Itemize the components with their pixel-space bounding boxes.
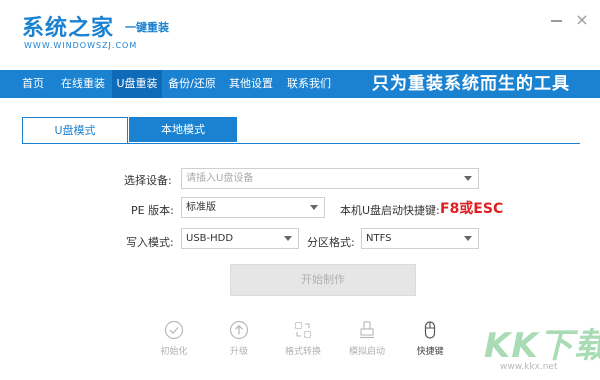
device-select[interactable]: 请插入U盘设备 xyxy=(181,168,479,189)
step-label: 升级 xyxy=(229,347,248,357)
write-mode-select[interactable]: USB-HDD xyxy=(181,228,299,249)
partition-format-select[interactable]: NTFS xyxy=(361,228,479,249)
partition-format-value: NTFS xyxy=(366,233,392,244)
pe-version-value: 标准版 xyxy=(186,202,216,213)
write-mode-label: 写入模式: xyxy=(126,236,174,249)
app-header: 系统之家 一键重装 WWW.WINDOWSZJ.COM × xyxy=(0,0,600,70)
chevron-down-icon xyxy=(464,176,472,181)
device-select-value: 请插入U盘设备 xyxy=(186,173,254,184)
chevron-down-icon xyxy=(284,236,292,241)
device-label: 选择设备: xyxy=(124,174,172,187)
convert-icon xyxy=(294,321,312,339)
chevron-down-icon xyxy=(310,205,318,210)
main-nav: 首页 在线重装 U盘重装 备份/还原 其他设置 联系我们 只为重装系统而生的工具 xyxy=(0,70,600,98)
tab-local-mode[interactable]: 本地模式 xyxy=(129,117,237,142)
nav-item-backup-restore[interactable]: 备份/还原 xyxy=(162,70,222,98)
partition-format-label: 分区格式: xyxy=(307,236,355,249)
pe-version-label: PE 版本: xyxy=(131,204,174,217)
step-label: 格式转换 xyxy=(284,347,321,357)
nav-item-contact[interactable]: 联系我们 xyxy=(280,70,338,98)
step-format-convert: 格式转换 xyxy=(273,320,333,357)
nav-item-usb-reinstall[interactable]: U盘重装 xyxy=(112,70,162,98)
start-make-button[interactable]: 开始制作 xyxy=(230,264,416,296)
check-circle-icon xyxy=(164,320,184,340)
step-label: 快捷键 xyxy=(416,347,444,357)
hotkey-label: 本机U盘启动快捷键: xyxy=(340,204,440,217)
watermark-url: www.kkx.net xyxy=(500,362,558,372)
hotkey-value: F8或ESC xyxy=(440,201,504,217)
nav-item-online-reinstall[interactable]: 在线重装 xyxy=(54,70,112,98)
chevron-down-icon xyxy=(464,236,472,241)
nav-item-other-settings[interactable]: 其他设置 xyxy=(222,70,280,98)
upload-circle-icon xyxy=(229,320,249,340)
watermark-logo: KK下载 xyxy=(484,326,600,366)
minimize-icon[interactable] xyxy=(551,20,562,22)
usb-boot-icon xyxy=(360,321,374,339)
tab-usb-mode[interactable]: U盘模式 xyxy=(22,117,128,144)
logo-title: 系统之家 xyxy=(22,16,115,41)
logo-url: WWW.WINDOWSZJ.COM xyxy=(24,41,138,50)
logo-tagline: 一键重装 xyxy=(125,21,169,34)
watermark: KK下载 www.kkx.net xyxy=(478,318,600,378)
step-label: 初始化 xyxy=(160,347,188,357)
tab-divider xyxy=(22,143,580,144)
write-mode-value: USB-HDD xyxy=(186,233,234,244)
mouse-icon xyxy=(424,321,436,339)
step-upgrade: 升级 xyxy=(209,320,269,357)
step-hotkey: 快捷键 xyxy=(400,320,460,357)
step-simulate-boot: 模拟启动 xyxy=(337,320,397,357)
app-logo: 系统之家 一键重装 WWW.WINDOWSZJ.COM xyxy=(22,10,182,56)
step-label: 模拟启动 xyxy=(348,347,385,357)
nav-slogan: 只为重装系统而生的工具 xyxy=(372,74,570,94)
close-icon[interactable]: × xyxy=(574,12,590,28)
nav-item-home[interactable]: 首页 xyxy=(12,70,54,98)
step-initialize: 初始化 xyxy=(144,320,204,357)
pe-version-select[interactable]: 标准版 xyxy=(181,197,325,218)
